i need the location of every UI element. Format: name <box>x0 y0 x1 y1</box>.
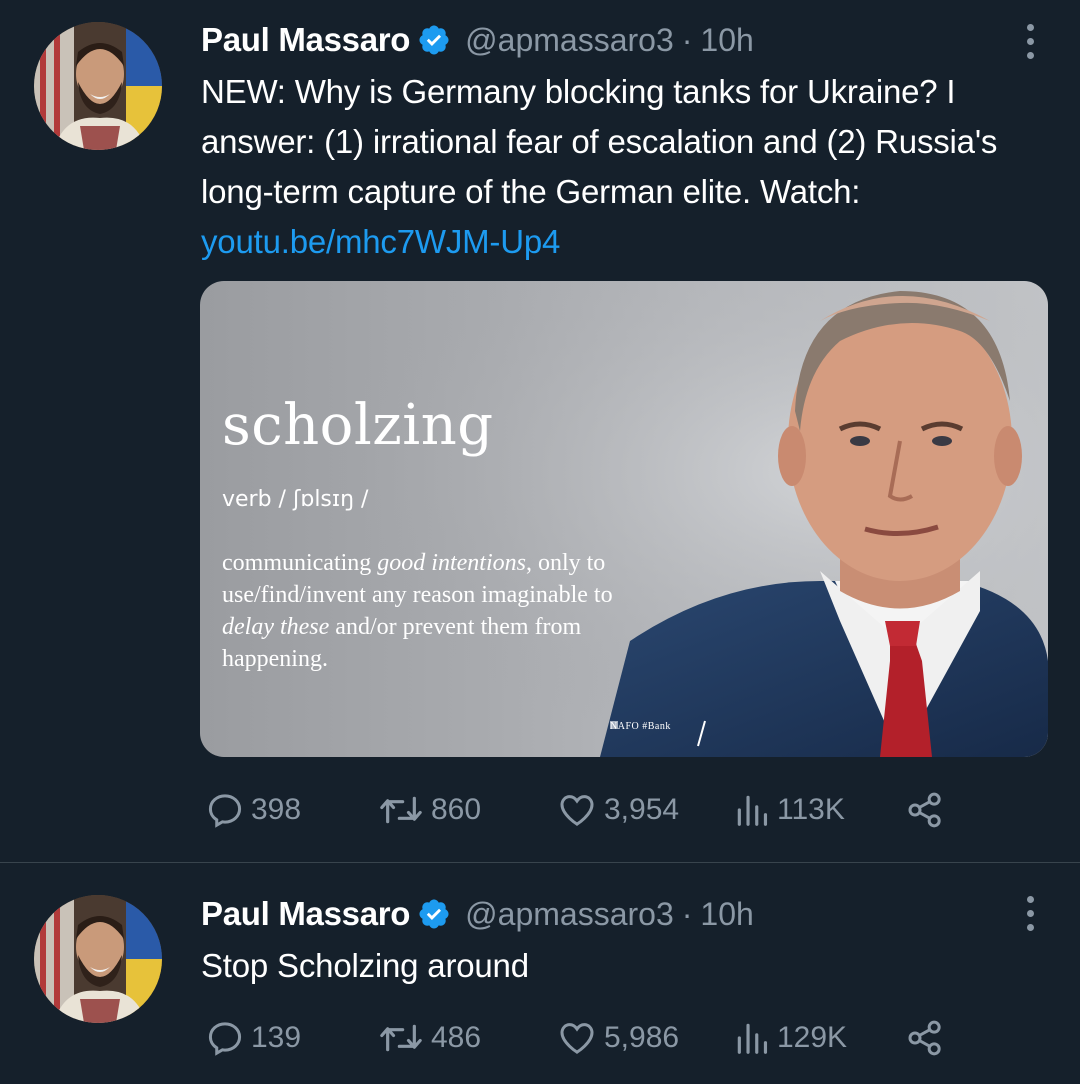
analytics-bars-icon <box>737 795 768 826</box>
tweet-body: NEW: Why is Germany blocking tanks for U… <box>201 73 998 210</box>
reply-button[interactable]: 398 <box>205 785 301 835</box>
tweet-text: NEW: Why is Germany blocking tanks for U… <box>201 67 1061 267</box>
views-button[interactable]: 129K <box>733 1013 847 1063</box>
view-count: 129K <box>777 1021 848 1054</box>
tweet-media-image[interactable]: scholzing verb / ʃɒlsɪŋ / communicating … <box>200 281 1048 757</box>
reply-count: 398 <box>251 793 302 826</box>
tweet[interactable]: Paul Massaro @apmassaro3 · 10h NEW: Why … <box>0 0 1080 862</box>
view-count: 113K <box>777 793 845 826</box>
share-button[interactable] <box>905 1013 945 1063</box>
tweet[interactable]: Paul Massaro @apmassaro3 · 10h Stop Scho… <box>0 863 1080 1084</box>
definition-part-italic: delay these <box>222 614 330 640</box>
like-button[interactable]: 3,954 <box>556 785 679 835</box>
like-button[interactable]: 5,986 <box>556 1013 679 1063</box>
heart-icon <box>560 1023 594 1054</box>
more-options-icon[interactable] <box>1024 24 1036 59</box>
tweet-header: Paul Massaro @apmassaro3 · 10h <box>201 892 754 936</box>
analytics-bars-icon <box>737 1023 768 1054</box>
definition-part-italic: good intentions <box>377 550 526 576</box>
definition-part: communicating <box>222 550 378 576</box>
retweet-icon <box>380 1024 422 1052</box>
tweet-actions: 139 486 5,986 129K <box>0 1013 1080 1063</box>
tweet-text: Stop Scholzing around <box>201 947 529 984</box>
tweet-link[interactable]: youtu.be/mhc7WJM-Up4 <box>201 223 560 260</box>
author-name[interactable]: Paul Massaro <box>201 895 410 933</box>
like-count: 3,954 <box>604 793 680 826</box>
views-button[interactable]: 113K <box>733 785 845 835</box>
watermark-text: NAFO #Bank <box>610 721 671 732</box>
retweet-button[interactable]: 486 <box>377 1013 481 1063</box>
author-handle[interactable]: @apmassaro3 <box>465 896 674 933</box>
share-button[interactable] <box>905 785 945 835</box>
share-icon <box>908 1020 941 1056</box>
avatar[interactable] <box>34 22 162 150</box>
reply-icon <box>208 794 242 828</box>
verified-badge-icon <box>419 25 449 55</box>
reply-button[interactable]: 139 <box>205 1013 301 1063</box>
timestamp[interactable]: 10h <box>700 22 753 59</box>
author-handle[interactable]: @apmassaro3 <box>465 22 674 59</box>
retweet-button[interactable]: 860 <box>377 785 481 835</box>
definition-word: scholzing <box>222 393 494 458</box>
retweet-count: 486 <box>431 1021 482 1054</box>
person-portrait-icon <box>200 281 1048 757</box>
reply-icon <box>208 1022 242 1056</box>
tweet-actions: 398 860 3,954 113K <box>0 785 1080 835</box>
share-icon <box>908 792 941 828</box>
definition-text: communicating good intentions, only to u… <box>222 547 662 675</box>
heart-icon <box>560 795 594 826</box>
reply-count: 139 <box>251 1021 302 1054</box>
retweet-icon <box>380 796 422 824</box>
like-count: 5,986 <box>604 1021 680 1054</box>
more-options-icon[interactable] <box>1024 896 1036 931</box>
avatar[interactable] <box>34 895 162 1023</box>
avatar-photo-icon <box>34 895 162 1023</box>
tweet-header: Paul Massaro @apmassaro3 · 10h <box>201 18 754 62</box>
author-name[interactable]: Paul Massaro <box>201 21 410 59</box>
retweet-count: 860 <box>431 793 482 826</box>
separator-dot: · <box>681 21 693 58</box>
timestamp[interactable]: 10h <box>700 896 753 933</box>
definition-pronunciation: verb / ʃɒlsɪŋ / <box>222 487 369 512</box>
verified-badge-icon <box>419 899 449 929</box>
avatar-photo-icon <box>34 22 162 150</box>
separator-dot: · <box>681 895 693 932</box>
